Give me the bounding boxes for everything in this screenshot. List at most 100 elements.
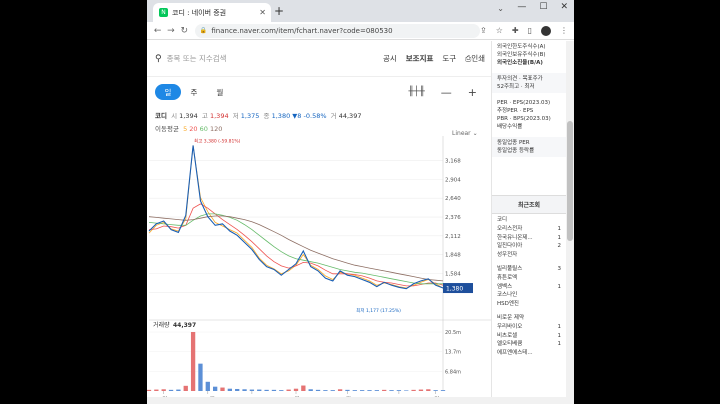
- recent-item[interactable]: 한국유니온제... 1: [497, 234, 561, 243]
- recent-item[interactable]: HSD엔진: [497, 300, 561, 309]
- menu-disclosure[interactable]: 공시: [383, 53, 397, 64]
- volume-bar: [315, 389, 321, 391]
- scroll-thumb[interactable]: [567, 121, 573, 241]
- max-price-label: 최고 3,380 (-59.81%): [194, 137, 241, 144]
- recent-item[interactable]: 코스나인: [497, 291, 561, 300]
- invest-opinion: 투자의견 · 목표주가 52주최고 · 최저: [492, 73, 566, 93]
- zoom-out-icon[interactable]: —: [441, 86, 452, 99]
- back-icon[interactable]: ←: [151, 26, 164, 36]
- ma-120[interactable]: 120: [210, 125, 222, 133]
- foreign-ownership: 외국인한도주식수(A) 외국인보유주식수(B) 외국인소진율(B/A): [492, 41, 566, 69]
- right-black-border: [574, 0, 720, 404]
- sidebar-link[interactable]: 외국인한도주식수(A): [497, 43, 561, 51]
- price-chart[interactable]: 3,168 2,904 2,640 2,376 2,112 1,848 1,584 최고 3,…: [147, 136, 491, 404]
- volume-bar: [440, 390, 446, 391]
- series-line-5: [148, 145, 444, 289]
- volume-bar: [257, 389, 262, 391]
- search-icon[interactable]: ⚲: [155, 54, 162, 64]
- recent-item[interactable]: 우리바이오 1: [497, 323, 561, 332]
- recent-item[interactable]: 엠벡스 1: [497, 283, 561, 292]
- right-sidebar: 외국인한도주식수(A) 외국인보유주식수(B) 외국인소진율(B/A) 투자의견…: [491, 41, 566, 404]
- recent-item[interactable]: 에프엔에스테...: [497, 349, 561, 358]
- volume-bar: [176, 389, 181, 391]
- recent-item[interactable]: 엘오티베큠 1: [497, 340, 561, 349]
- search-input[interactable]: 종목 또는 지수검색: [167, 53, 227, 64]
- high-label: 고: [201, 112, 208, 120]
- ma-60[interactable]: 60: [200, 125, 208, 133]
- menu-kebab-icon[interactable]: ⋮: [560, 26, 568, 35]
- close-window-icon[interactable]: ✕: [560, 2, 568, 12]
- volume-bar: [205, 381, 210, 391]
- recent-item[interactable]: 성우전자: [497, 251, 561, 260]
- volume-bar: [220, 387, 225, 391]
- recent-item[interactable]: 비츠로셀 1: [497, 332, 561, 341]
- sidebar-link[interactable]: 외국인보유주식수(B): [497, 51, 561, 59]
- recent-item-count: 1: [557, 225, 562, 232]
- recent-item[interactable]: 휴튼로엑: [497, 274, 561, 283]
- recent-item-name: 한국유니온제...: [497, 234, 533, 241]
- volume-bar: [147, 389, 152, 391]
- price-tick-label: 3,168: [445, 159, 461, 165]
- vertical-scrollbar[interactable]: [566, 41, 574, 404]
- pbr-label: PBR: [497, 116, 508, 122]
- menu-print[interactable]: ⎙인쇄: [465, 53, 485, 64]
- minimize-icon[interactable]: —: [517, 2, 526, 12]
- recent-item[interactable]: 코디: [497, 216, 561, 225]
- bps-label: BPS(2023.03): [513, 116, 551, 122]
- recent-item-count: 1: [557, 323, 562, 330]
- recent-item[interactable]: 비로운 제약: [497, 314, 561, 323]
- industry-section: 동일업종 PER 동일업종 등락률: [492, 137, 566, 157]
- eps-label: EPS(2023.03): [512, 100, 551, 106]
- recent-item[interactable]: 빌리풀릴스 3: [497, 265, 561, 274]
- volume-label: 거: [330, 112, 337, 120]
- volume-bar: [212, 386, 218, 391]
- tab-search-icon[interactable]: ⌄: [497, 4, 504, 13]
- volume-bar: [382, 389, 387, 391]
- recent-item-name: 비츠로셀: [497, 332, 518, 339]
- open-value: 1,394: [179, 112, 198, 120]
- new-tab-icon[interactable]: +: [274, 4, 284, 18]
- high52-label: 52주최고: [497, 84, 520, 90]
- forward-icon[interactable]: →: [164, 26, 177, 36]
- volume-bar: [323, 390, 328, 391]
- candlestick-type-icon[interactable]: ╫┼╫: [409, 87, 425, 97]
- volume-bar: [352, 390, 357, 391]
- period-month-button[interactable]: 월: [207, 84, 233, 100]
- menu-indicators[interactable]: 보조지표: [406, 53, 434, 64]
- close-tab-icon[interactable]: ✕: [259, 8, 266, 17]
- sidebar-link[interactable]: 외국인소진율(B/A): [497, 59, 561, 67]
- recent-item[interactable]: 오리스전자 1: [497, 225, 561, 234]
- volume-bar: [433, 390, 438, 391]
- volume-bar: [198, 363, 203, 391]
- volume-bar: [168, 389, 174, 391]
- price-tick-label: 2,904: [445, 177, 461, 183]
- address-bar[interactable]: 🔒 finance.naver.com/item/fchart.naver?co…: [194, 23, 481, 38]
- min-price-label: 최저 1,177 (17.25%): [356, 307, 401, 314]
- maximize-icon[interactable]: ☐: [539, 2, 547, 12]
- zoom-in-icon[interactable]: +: [468, 86, 477, 99]
- volume-bar: [367, 390, 372, 391]
- industry-change-label[interactable]: 동일업종 등락률: [497, 147, 561, 155]
- extensions-icon[interactable]: ✚: [512, 26, 519, 35]
- reload-icon[interactable]: ↻: [178, 26, 191, 36]
- bookmark-star-icon[interactable]: ☆: [496, 26, 503, 35]
- share-icon[interactable]: ⇪: [480, 26, 487, 35]
- sidepanel-icon[interactable]: ▯: [528, 26, 532, 35]
- chart-page: ⚲ 종목 또는 지수검색 공시 보조지표 도구 ⎙인쇄 일 주 월 ╫┼╫ — …: [147, 41, 491, 404]
- url-text: finance.naver.com/item/fchart.naver?code…: [211, 26, 393, 35]
- volume-bar: [411, 389, 416, 391]
- volume-bar: [242, 389, 247, 391]
- browser-tab[interactable]: N 코디 : 네이버 증권 ✕: [153, 3, 271, 22]
- est-per-label: 추정PER: [497, 108, 518, 114]
- recent-item[interactable]: 일진다이아 2: [497, 242, 561, 251]
- period-week-button[interactable]: 주: [181, 84, 207, 100]
- ma-label: 이동평균: [155, 125, 179, 133]
- volume-bar: [337, 389, 343, 391]
- menu-tools[interactable]: 도구: [442, 53, 456, 64]
- ma-20[interactable]: 20: [189, 125, 197, 133]
- price-tick-label: 1,584: [445, 271, 461, 277]
- ma-5[interactable]: 5: [183, 125, 187, 133]
- horizontal-scrollbar[interactable]: [147, 397, 574, 404]
- period-day-button[interactable]: 일: [155, 84, 181, 100]
- profile-avatar[interactable]: [541, 25, 551, 36]
